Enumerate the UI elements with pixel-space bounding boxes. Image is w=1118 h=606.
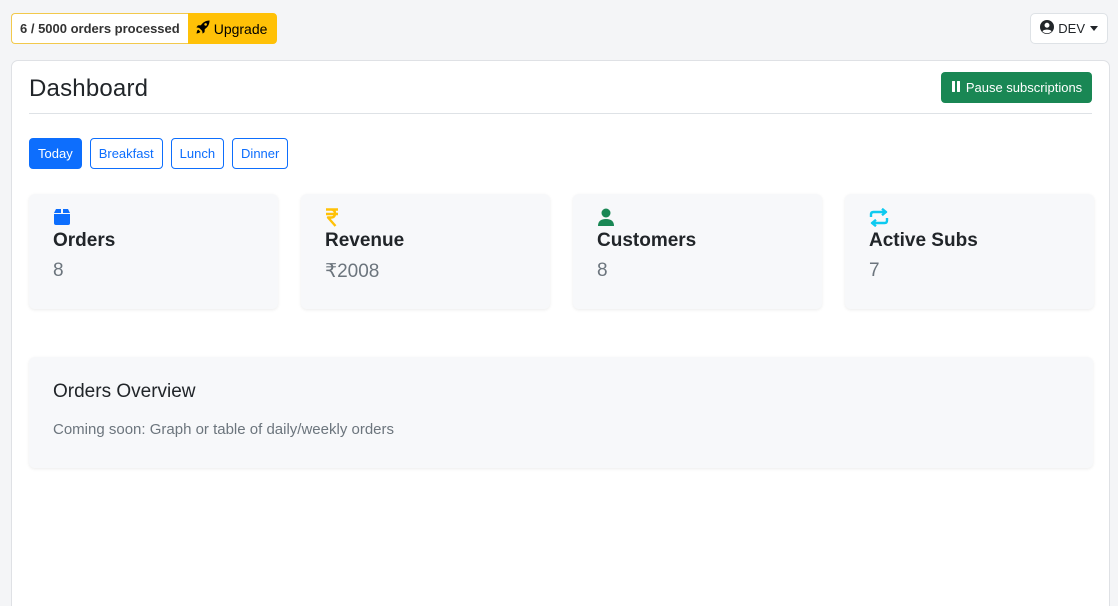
filter-dinner[interactable]: Dinner — [232, 138, 289, 169]
user-label: DEV — [1058, 21, 1085, 36]
stat-value: 7 — [869, 260, 880, 281]
dashboard-card: Dashboard Pause subscriptions Today Brea… — [11, 60, 1110, 606]
stat-card-active-subs: Active Subs 7 — [845, 194, 1094, 309]
filter-today[interactable]: Today — [29, 138, 82, 169]
stat-value: ₹2008 — [325, 261, 380, 282]
usage-counter: 6 / 5000 orders processed — [11, 13, 188, 44]
meal-filter-group: Today Breakfast Lunch Dinner — [29, 138, 289, 169]
repeat-icon — [869, 207, 1070, 227]
overview-title: Orders Overview — [53, 381, 196, 402]
pause-subscriptions-button[interactable]: Pause subscriptions — [941, 72, 1092, 103]
top-bar: 6 / 5000 orders processed Upgrade DEV — [11, 13, 1108, 44]
box-icon — [53, 207, 254, 227]
user-circle-icon — [1040, 20, 1055, 37]
stat-value: 8 — [597, 260, 608, 281]
user-menu-button[interactable]: DEV — [1030, 13, 1108, 44]
person-icon — [597, 207, 798, 227]
overview-placeholder-text: Coming soon: Graph or table of daily/wee… — [53, 421, 395, 438]
usage-group: 6 / 5000 orders processed Upgrade — [11, 13, 278, 44]
stat-label: Active Subs — [869, 230, 978, 251]
stat-card-orders: Orders 8 — [29, 194, 278, 309]
pause-label: Pause subscriptions — [965, 80, 1083, 95]
page-title: Dashboard — [29, 75, 149, 102]
stat-label: Customers — [597, 230, 697, 251]
upgrade-label: Upgrade — [213, 20, 268, 37]
upgrade-button[interactable]: Upgrade — [187, 13, 278, 44]
stats-row: Orders 8 Revenue ₹2008 Customers 8 Activ… — [29, 194, 1094, 309]
stat-card-customers: Customers 8 — [573, 194, 822, 309]
orders-overview-panel: Orders Overview Coming soon: Graph or ta… — [29, 357, 1093, 468]
filter-lunch[interactable]: Lunch — [170, 138, 225, 169]
rupee-icon — [325, 207, 526, 227]
rocket-icon — [196, 20, 210, 37]
chevron-down-icon — [1090, 26, 1098, 31]
filter-breakfast[interactable]: Breakfast — [89, 138, 163, 169]
stat-value: 8 — [53, 260, 64, 281]
stat-label: Revenue — [325, 230, 405, 251]
header-divider — [29, 113, 1092, 114]
stat-label: Orders — [53, 230, 116, 251]
pause-icon — [951, 80, 961, 95]
stat-card-revenue: Revenue ₹2008 — [301, 194, 550, 309]
